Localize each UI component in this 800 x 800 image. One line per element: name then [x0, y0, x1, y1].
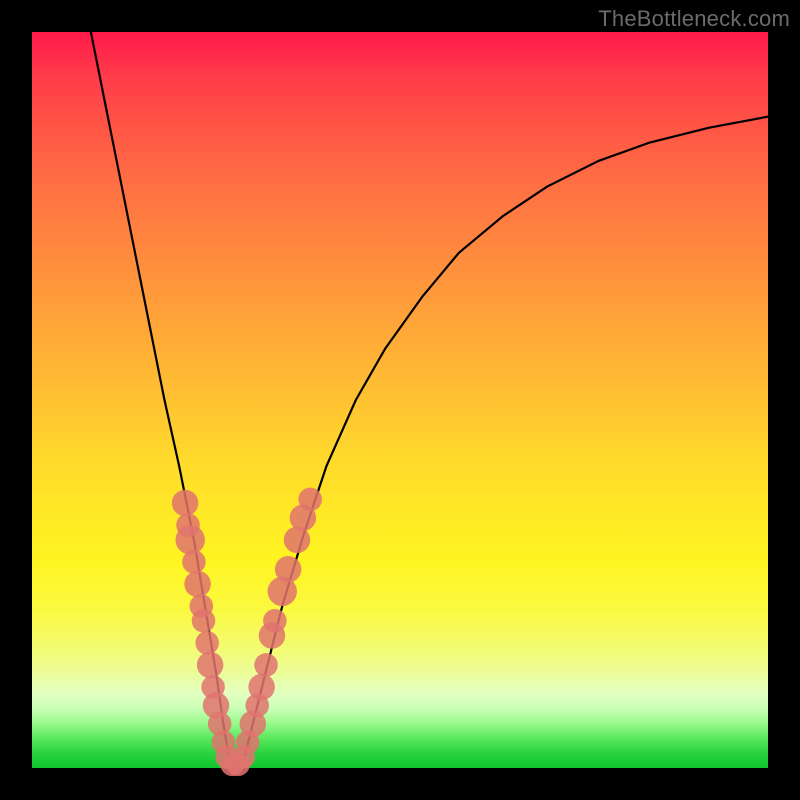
curve-marker — [248, 674, 275, 701]
plot-area — [32, 32, 768, 768]
bottleneck-curve — [91, 32, 768, 768]
chart-svg — [32, 32, 768, 768]
curve-marker — [182, 550, 206, 574]
outer-frame: TheBottleneck.com — [0, 0, 800, 800]
watermark-text: TheBottleneck.com — [598, 6, 790, 32]
curve-marker — [195, 631, 219, 655]
curve-marker — [192, 609, 216, 633]
curve-marker — [275, 556, 302, 583]
curve-marker — [263, 609, 287, 633]
curve-marker — [197, 652, 224, 679]
curve-markers — [172, 488, 322, 777]
curve-marker — [298, 488, 322, 512]
curve-marker — [172, 490, 199, 517]
curve-marker — [254, 653, 278, 677]
curve-marker — [184, 571, 211, 598]
curve-marker — [176, 525, 205, 554]
